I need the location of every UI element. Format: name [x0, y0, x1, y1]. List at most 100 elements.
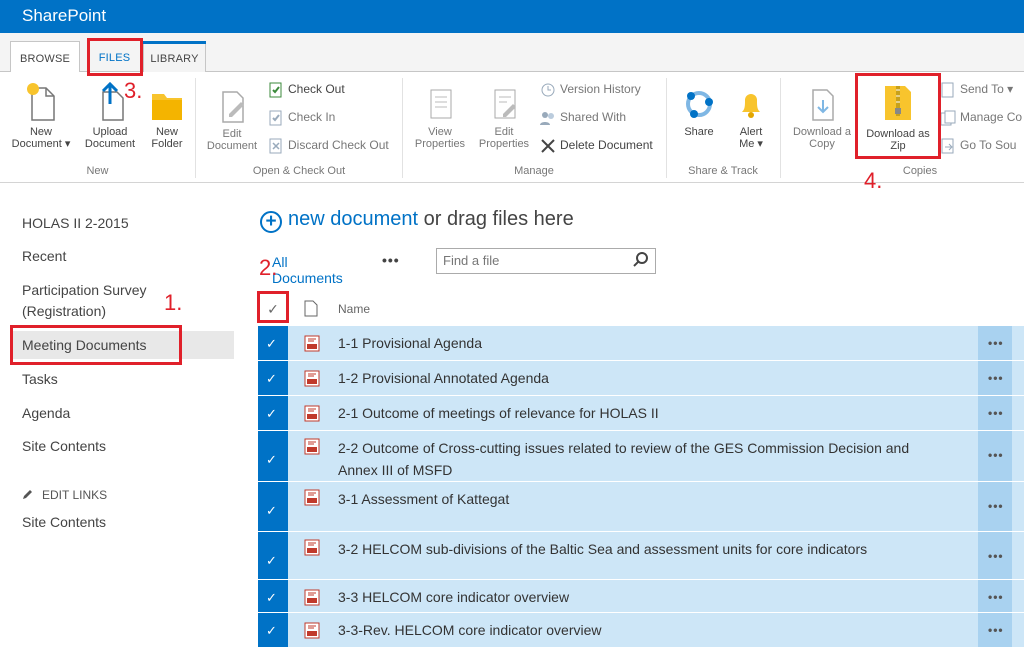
pdf-icon: [304, 405, 320, 422]
edit-properties-button[interactable]: Edit Properties: [472, 86, 536, 150]
go-to-source-icon: [941, 138, 954, 154]
nav-item-agenda[interactable]: Agenda: [22, 403, 70, 424]
document-name[interactable]: 2-1 Outcome of meetings of relevance for…: [338, 402, 938, 424]
list-header: ✓ Name: [258, 293, 1024, 325]
table-row[interactable]: ✓ 2-1 Outcome of meetings of relevance fo…: [258, 396, 1024, 431]
document-name[interactable]: 3-3-Rev. HELCOM core indicator overview: [338, 619, 938, 641]
annotation-label-4: 4.: [864, 168, 883, 193]
drag-files-text: or drag files here: [418, 208, 574, 230]
view-properties-label-2: Properties: [414, 138, 466, 150]
table-row[interactable]: ✓ 3-3-Rev. HELCOM core indicator overview…: [258, 613, 1024, 648]
check-in-button[interactable]: Check In: [268, 108, 335, 126]
table-row[interactable]: ✓ 2-2 Outcome of Cross-cutting issues rel…: [258, 431, 1024, 482]
table-row[interactable]: ✓ 3-3 HELCOM core indicator overview •••: [258, 580, 1024, 613]
nav-item-recent[interactable]: Recent: [22, 246, 66, 267]
tab-library[interactable]: LIBRARY: [143, 41, 206, 72]
new-folder-button[interactable]: New Folder: [144, 82, 190, 150]
new-document-button[interactable]: New Document ▾: [6, 82, 76, 150]
document-type-icon: [304, 300, 318, 317]
upload-icon: [101, 82, 124, 121]
find-file-placeholder: Find a file: [443, 253, 500, 268]
manage-copies-button[interactable]: Manage Co: [940, 108, 1022, 126]
more-icon: •••: [988, 336, 1004, 350]
table-row[interactable]: ✓ 3-1 Assessment of Kattegat •••: [258, 482, 1024, 532]
document-name[interactable]: 2-2 Outcome of Cross-cutting issues rela…: [338, 437, 938, 481]
document-name[interactable]: 1-1 Provisional Agenda: [338, 332, 938, 354]
more-icon: •••: [988, 371, 1004, 385]
go-to-source-button[interactable]: Go To Sou: [940, 136, 1016, 154]
edit-document-button[interactable]: Edit Document: [200, 88, 264, 152]
row-more-button[interactable]: •••: [978, 326, 1012, 360]
alert-me-button[interactable]: Alert Me ▾: [728, 86, 774, 150]
version-history-icon: [541, 83, 555, 97]
shared-with-button[interactable]: Shared With: [540, 108, 626, 126]
row-more-button[interactable]: •••: [978, 532, 1012, 579]
download-copy-label: Download a: [792, 126, 852, 138]
more-views-button[interactable]: •••: [382, 252, 400, 268]
edit-properties-label: Edit: [494, 126, 514, 138]
version-history-button[interactable]: Version History: [540, 80, 641, 98]
new-document-link[interactable]: new document: [288, 208, 418, 230]
more-icon: •••: [988, 590, 1004, 604]
row-more-button[interactable]: •••: [978, 396, 1012, 430]
row-more-button[interactable]: •••: [978, 580, 1012, 612]
nav-item-site-contents-2[interactable]: Site Contents: [22, 512, 106, 533]
row-more-button[interactable]: •••: [978, 613, 1012, 647]
delete-document-button[interactable]: Delete Document: [540, 136, 653, 154]
view-properties-button[interactable]: View Properties: [408, 86, 472, 150]
name-column-header[interactable]: Name: [338, 302, 370, 316]
add-icon[interactable]: +: [260, 211, 282, 233]
nav-item-participation-survey[interactable]: Participation Survey (Registration): [22, 280, 172, 322]
row-checkbox[interactable]: ✓: [266, 590, 277, 606]
row-checkbox[interactable]: ✓: [266, 371, 277, 387]
document-name[interactable]: 3-3 HELCOM core indicator overview: [338, 586, 938, 608]
download-copy-icon: [812, 89, 834, 121]
row-more-button[interactable]: •••: [978, 482, 1012, 531]
group-share-label: Share & Track: [688, 165, 758, 177]
nav-item-site-title[interactable]: HOLAS II 2-2015: [22, 213, 129, 234]
document-name[interactable]: 1-2 Provisional Annotated Agenda: [338, 367, 938, 389]
group-new-label: New: [86, 165, 109, 177]
row-checkbox[interactable]: ✓: [266, 452, 277, 468]
view-properties-icon: [430, 89, 452, 119]
search-icon[interactable]: [633, 252, 649, 268]
discard-check-out-button[interactable]: Discard Check Out: [268, 136, 389, 154]
edit-links-label: EDIT LINKS: [42, 488, 108, 502]
row-more-button[interactable]: •••: [978, 431, 1012, 481]
delete-icon: [541, 139, 555, 153]
send-to-button[interactable]: Send To ▾: [940, 80, 1013, 98]
discard-icon: [269, 138, 282, 154]
find-file-input[interactable]: Find a file: [436, 248, 656, 274]
tab-browse[interactable]: BROWSE: [10, 41, 80, 72]
annotation-box-select-all: [257, 291, 289, 323]
check-in-icon: [269, 110, 282, 126]
share-button[interactable]: Share: [672, 86, 726, 138]
nav-item-tasks[interactable]: Tasks: [22, 369, 58, 390]
app-brand[interactable]: SharePoint: [22, 6, 106, 26]
row-checkbox[interactable]: ✓: [266, 623, 277, 639]
edit-document-label-2: Document: [206, 140, 258, 152]
row-checkbox[interactable]: ✓: [266, 406, 277, 422]
row-checkbox[interactable]: ✓: [266, 503, 277, 519]
new-document-label: New: [29, 126, 52, 138]
download-copy-button[interactable]: Download a Copy: [786, 86, 858, 150]
table-row[interactable]: ✓ 1-1 Provisional Agenda •••: [258, 326, 1024, 361]
document-name[interactable]: 3-1 Assessment of Kattegat: [338, 488, 938, 510]
document-name[interactable]: 3-2 HELCOM sub-divisions of the Baltic S…: [338, 538, 938, 560]
ribbon-separator: [402, 78, 403, 178]
edit-links-button[interactable]: EDIT LINKS: [22, 485, 107, 506]
annotation-box-files-tab: [87, 38, 143, 76]
ribbon-tabs: BROWSE FILES LIBRARY: [0, 33, 1024, 72]
shared-with-icon: [540, 111, 554, 125]
nav-item-site-contents[interactable]: Site Contents: [22, 436, 106, 457]
new-document-label-2: Document: [11, 138, 62, 150]
check-out-button[interactable]: Check Out: [268, 80, 345, 98]
go-to-source-label: Go To Sou: [960, 138, 1017, 152]
row-checkbox[interactable]: ✓: [266, 553, 277, 569]
annotation-label-3: 3.: [124, 78, 143, 103]
row-checkbox[interactable]: ✓: [266, 336, 277, 352]
all-documents-view[interactable]: All Documents: [272, 254, 343, 286]
row-more-button[interactable]: •••: [978, 361, 1012, 395]
table-row[interactable]: ✓ 3-2 HELCOM sub-divisions of the Baltic …: [258, 532, 1024, 580]
table-row[interactable]: ✓ 1-2 Provisional Annotated Agenda •••: [258, 361, 1024, 396]
